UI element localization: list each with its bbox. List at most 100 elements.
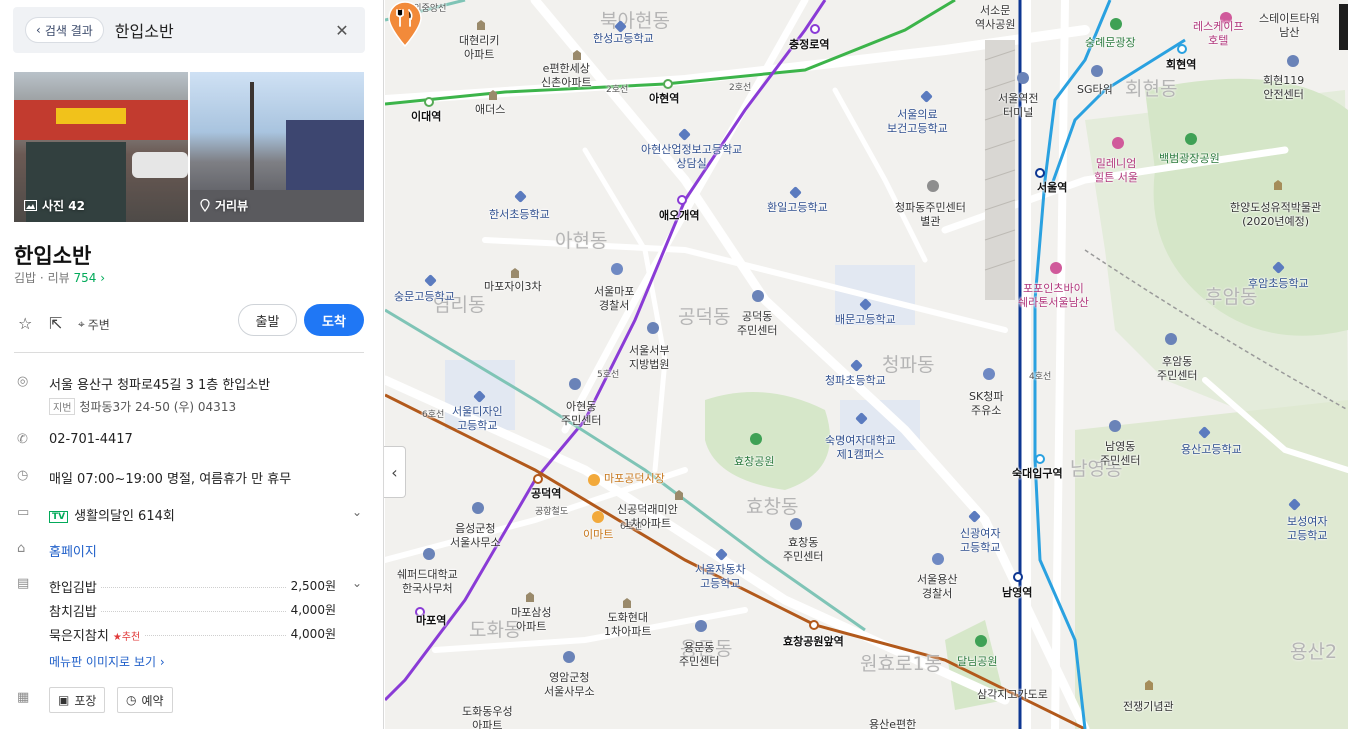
poi-label[interactable]: 환일고등학교 (767, 201, 828, 215)
station-label[interactable]: 남영역 (1002, 586, 1032, 600)
streetview-thumbnail[interactable]: 거리뷰 (190, 72, 364, 222)
poi-label[interactable]: 보성여자 고등학교 (1287, 515, 1327, 543)
station-label[interactable]: 숙대입구역 (1012, 467, 1063, 481)
poi-label[interactable]: 후암초등학교 (1248, 277, 1309, 291)
poi-label[interactable]: 효창공원 (734, 455, 774, 469)
government-icon[interactable] (752, 290, 764, 302)
government-icon[interactable] (472, 502, 484, 514)
poi-label[interactable]: 용산고등학교 (1181, 443, 1242, 457)
poi-label[interactable]: 마포공덕시장 (604, 472, 665, 486)
building-icon[interactable] (1091, 65, 1103, 77)
selected-place-marker[interactable] (385, 0, 425, 48)
collapse-panel-button[interactable]: ‹ (384, 446, 406, 498)
poi-label[interactable]: 마포자이3차 (484, 280, 542, 294)
mart-icon[interactable] (592, 511, 604, 523)
court-icon[interactable] (647, 322, 659, 334)
poi-label[interactable]: 스테이트타워 남산 (1259, 12, 1320, 40)
photo-thumbnail[interactable]: 사진 42 (14, 72, 188, 222)
bus-terminal-icon[interactable] (1017, 72, 1029, 84)
start-button[interactable]: 출발 (238, 304, 297, 336)
station-dot[interactable] (533, 474, 543, 484)
arrive-button[interactable]: 도착 (304, 304, 364, 336)
station-label[interactable]: 충정로역 (789, 38, 829, 52)
poi-label[interactable]: 공덕동 주민센터 (737, 310, 777, 338)
poi-label[interactable]: 도화동우성 아파트 (462, 705, 513, 729)
police-icon[interactable] (611, 263, 623, 275)
station-dot[interactable] (1035, 454, 1045, 464)
poi-label[interactable]: 서울마포 경찰서 (594, 285, 634, 313)
government-icon[interactable] (1165, 333, 1177, 345)
station-label[interactable]: 공덕역 (531, 487, 561, 501)
poi-label[interactable]: 숙명여자대학교 제1캠퍼스 (825, 434, 896, 462)
park-icon[interactable] (1185, 133, 1197, 145)
hotel-icon[interactable] (1050, 262, 1062, 274)
clear-search-button[interactable]: ✕ (331, 19, 353, 41)
poi-label[interactable]: 용문동 주민센터 (679, 641, 719, 669)
government-icon[interactable] (569, 378, 581, 390)
chevron-down-icon[interactable]: ⌄ (352, 505, 362, 519)
police-icon[interactable] (932, 553, 944, 565)
poi-label[interactable]: 이마트 (583, 528, 613, 542)
poi-label[interactable]: 애더스 (475, 103, 505, 117)
station-label[interactable]: 회현역 (1166, 58, 1196, 72)
poi-label[interactable]: 용산e편한 (869, 718, 916, 729)
poi-label[interactable]: 밀레니엄 힐튼 서울 (1094, 157, 1138, 185)
government-icon[interactable] (695, 620, 707, 632)
search-query[interactable]: 한입소반 (115, 18, 174, 42)
poi-label[interactable]: 신공덕래미안 1차아파트 (617, 503, 678, 531)
menu-expand-icon[interactable]: ⌄ (352, 576, 362, 590)
poi-label[interactable]: 숭례문광장 (1085, 36, 1136, 50)
poi-label[interactable]: 레스케이프 호텔 (1193, 20, 1244, 48)
poi-label[interactable]: 효창동 주민센터 (783, 536, 823, 564)
poi-label[interactable]: 한성고등학교 (593, 32, 654, 46)
station-dot[interactable] (1013, 572, 1023, 582)
poi-label[interactable]: 한양도성유적박물관 (2020년예정) (1230, 201, 1321, 229)
poi-label[interactable]: 서울서부 지방법원 (629, 344, 669, 372)
station-dot[interactable] (1035, 168, 1045, 178)
poi-label[interactable]: 아현산업정보고등학교 상담실 (641, 143, 742, 171)
hotel-icon[interactable] (1112, 137, 1124, 149)
takeout-chip[interactable]: ▣ 포장 (49, 687, 106, 713)
poi-label[interactable]: 서울의료 보건고등학교 (887, 108, 948, 136)
community-center-icon[interactable] (927, 180, 939, 192)
map-control-edge[interactable] (1339, 4, 1348, 50)
reservation-chip[interactable]: ◷ 예약 (117, 687, 173, 713)
station-label[interactable]: 이대역 (411, 110, 441, 124)
station-label[interactable]: 애오개역 (659, 209, 699, 223)
station-dot[interactable] (677, 195, 687, 205)
nearby-button[interactable]: ⌖ 주변 (78, 316, 110, 333)
poi-label[interactable]: e편한세상 신촌아파트 (541, 62, 592, 90)
station-dot[interactable] (424, 97, 434, 107)
government-icon[interactable] (790, 518, 802, 530)
station-label[interactable]: 아현역 (649, 92, 679, 106)
fire-station-icon[interactable] (1287, 55, 1299, 67)
poi-label[interactable]: 서울역전 터미널 (998, 92, 1038, 120)
poi-label[interactable]: 도화현대 1차아파트 (604, 611, 651, 639)
poi-label[interactable]: 후암동 주민센터 (1157, 355, 1197, 383)
poi-label[interactable]: SG타워 (1077, 83, 1113, 97)
poi-label[interactable]: 포포인츠바이 쉐라톤서울남산 (1018, 282, 1089, 310)
poi-label[interactable]: 남영동 주민센터 (1100, 440, 1140, 468)
star-icon[interactable]: ☆ (18, 314, 32, 333)
poi-label[interactable]: 서울디자인 고등학교 (452, 405, 503, 433)
park-icon[interactable] (975, 635, 987, 647)
poi-label[interactable]: 신광여자 고등학교 (960, 527, 1000, 555)
poi-label[interactable]: 배문고등학교 (835, 313, 896, 327)
poi-label[interactable]: SK청파 주유소 (969, 390, 1003, 418)
government-icon[interactable] (423, 548, 435, 560)
review-count-link[interactable]: 754 › (73, 271, 105, 285)
poi-label[interactable]: 백범광장공원 (1159, 152, 1220, 166)
poi-label[interactable]: 아현동 주민센터 (561, 400, 601, 428)
share-icon[interactable]: ⇱ (49, 314, 62, 333)
station-dot[interactable] (810, 24, 820, 34)
poi-label[interactable]: 서울용산 경찰서 (917, 573, 957, 601)
poi-label[interactable]: 서울자동차 고등학교 (695, 563, 746, 591)
poi-label[interactable]: 청파동주민센터 별관 (895, 201, 966, 229)
poi-label[interactable]: 쉐퍼드대학교 한국사무처 (397, 568, 458, 596)
menu-image-link[interactable]: 메뉴판 이미지로 보기 › (49, 653, 364, 670)
park-icon[interactable] (750, 433, 762, 445)
market-icon[interactable] (588, 474, 600, 486)
station-label[interactable]: 효창공원앞역 (783, 635, 844, 649)
poi-label[interactable]: 서소문 역사공원 (975, 4, 1015, 32)
map-view[interactable]: 북아현동 아현동 공덕동 염리동 청파동 효창동 도화동 용문동 원효로1동 후… (385, 0, 1348, 729)
